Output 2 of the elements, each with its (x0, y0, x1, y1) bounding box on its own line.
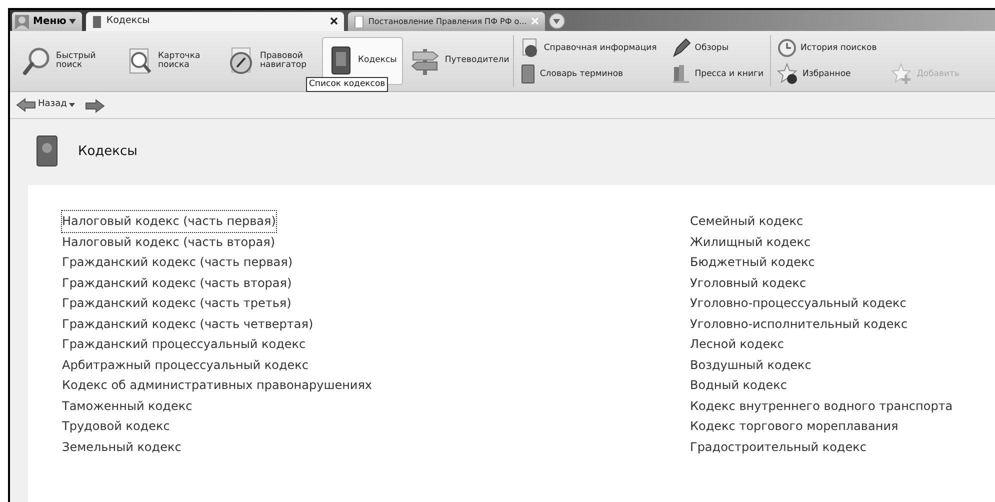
page-title: Кодексы (78, 143, 138, 162)
tooltip: Список кодексов (306, 77, 388, 92)
